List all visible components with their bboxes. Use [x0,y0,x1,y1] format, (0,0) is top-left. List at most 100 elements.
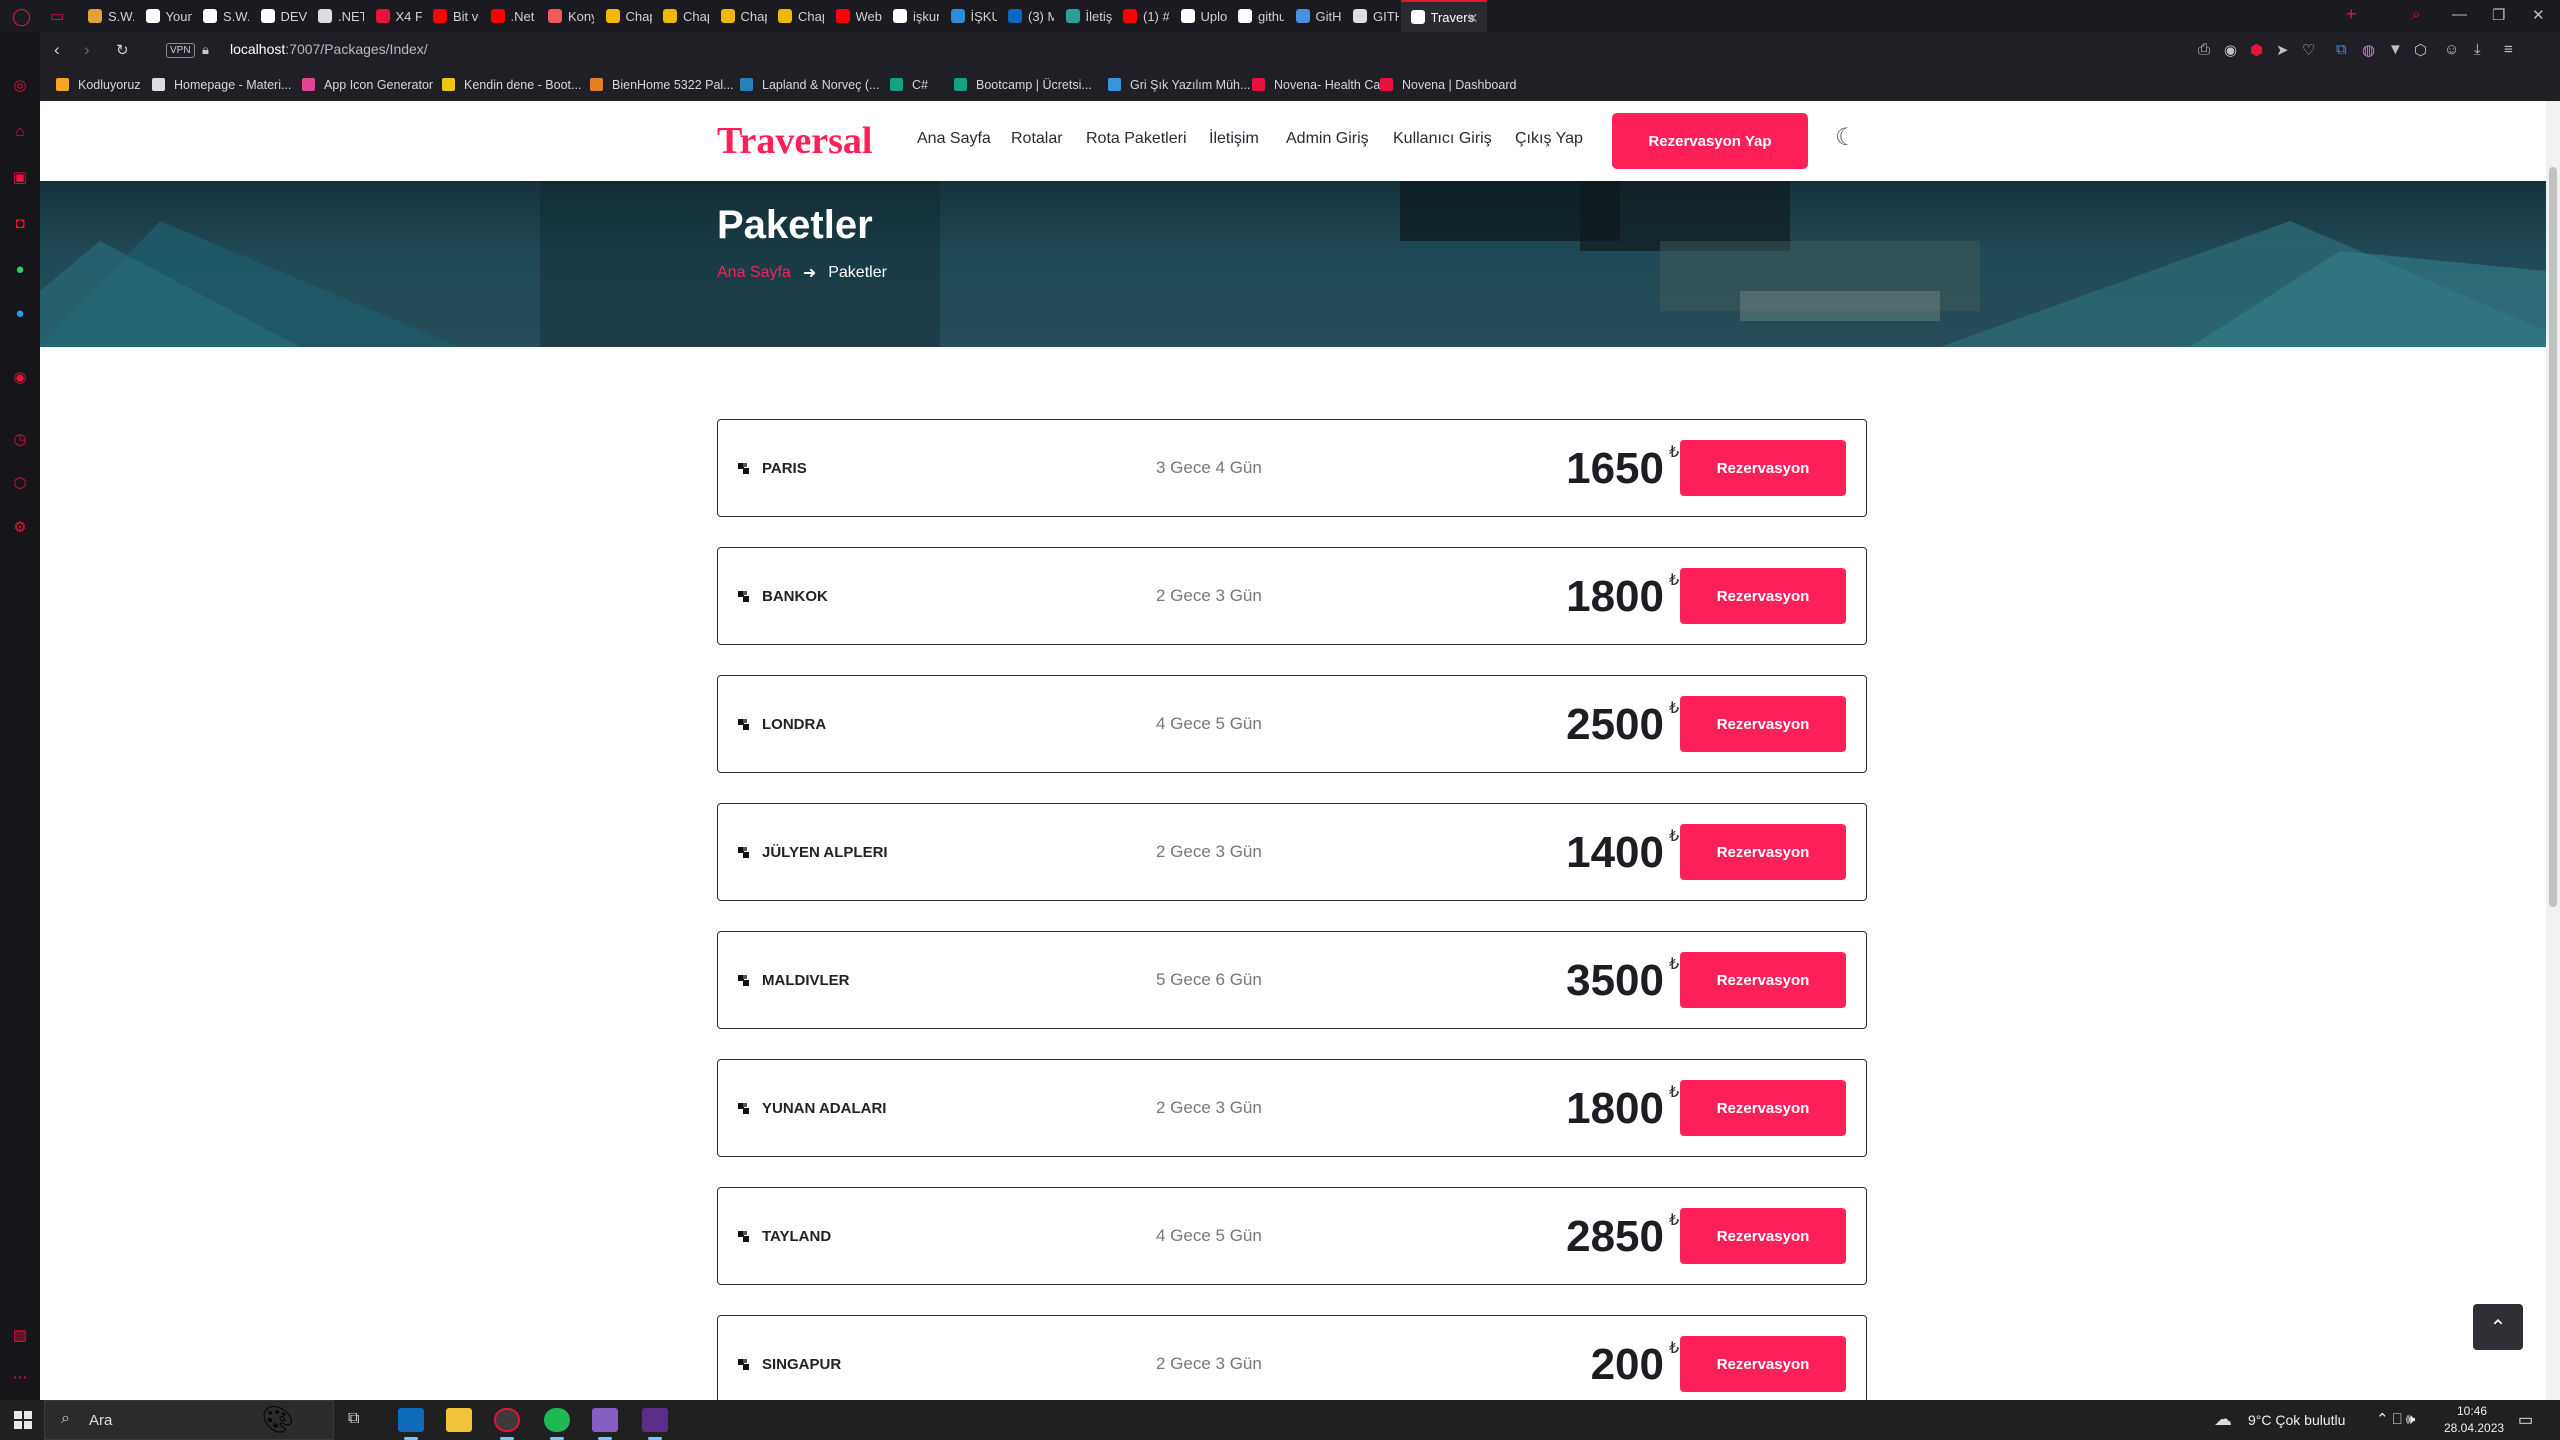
snapshot-icon[interactable]: ⎙ [2198,41,2210,58]
browser-tab[interactable]: S.W.A.T [193,0,249,32]
bookmark-item[interactable]: Kodluyoruz [56,68,141,101]
extensions-icon[interactable]: ⬡ [2414,41,2427,59]
nav-ana-sayfa[interactable]: Ana Sayfa [917,130,991,148]
bookmark-item[interactable]: Bootcamp | Ücretsi... [954,68,1092,101]
scrollbar-thumb[interactable] [2549,167,2557,907]
gallery-icon[interactable]: ▧ [10,1326,30,1346]
camera-icon[interactable]: ◉ [2224,41,2237,59]
workspaces-icon[interactable]: ▭ [50,7,64,25]
browser-tab[interactable]: işkur iş [883,0,939,32]
history-icon[interactable]: ◷ [10,430,30,450]
browser-tab[interactable]: İŞKUR [941,0,997,32]
bookmark-item[interactable]: Novena- Health Car... [1252,68,1394,101]
file-explorer-icon[interactable] [446,1408,472,1432]
browser-tab[interactable]: Web C [826,0,882,32]
adblock-icon[interactable]: ⬢ [2250,41,2263,59]
nav-rota-paketleri[interactable]: Rota Paketleri [1086,130,1187,148]
bookmark-item[interactable]: Gri Şık Yazılım Müh... [1108,68,1250,101]
cube-icon[interactable]: ⬡ [10,474,30,494]
bookmark-item[interactable]: Lapland & Norveç (... [740,68,879,101]
settings-icon[interactable]: ⚙ [10,518,30,538]
messenger-icon[interactable]: ◎ [10,76,30,96]
restore-icon[interactable]: ❐ [2492,6,2505,24]
menu-icon[interactable]: ≡ [2504,41,2513,58]
spotify-icon[interactable] [544,1408,570,1432]
browser-tab[interactable]: Upload [1171,0,1227,32]
opera-logo-icon[interactable]: ◯ [12,7,31,27]
rezervasyon-button[interactable]: Rezervasyon [1680,824,1846,880]
shopping-icon[interactable]: ⌂ [10,122,30,142]
tab-search-icon[interactable]: ⌕ [2412,6,2420,23]
taskbar-search[interactable]: ⌕ Ara 🎨︎ [44,1400,334,1440]
bookmark-item[interactable]: Homepage - Materi... [152,68,291,101]
nav-rotalar[interactable]: Rotalar [1011,130,1063,148]
browser-tab[interactable]: S.W.A.T [78,0,134,32]
rezervasyon-yap-button[interactable]: Rezervasyon Yap [1612,113,1808,169]
rezervasyon-button[interactable]: Rezervasyon [1680,696,1846,752]
rezervasyon-button[interactable]: Rezervasyon [1680,440,1846,496]
twitch-icon[interactable]: ▣ [10,168,30,188]
browser-tab[interactable]: Chapte [768,0,824,32]
browser-tab[interactable]: DEVOTI [251,0,307,32]
browser-tab[interactable]: .NET C [308,0,364,32]
profile-icon[interactable]: ☺ [2444,41,2459,58]
browser-tab[interactable]: (3) Mu [998,0,1054,32]
visual-studio-icon[interactable] [592,1408,618,1432]
minimize-icon[interactable]: — [2452,6,2467,23]
browser-tab[interactable]: Young [136,0,192,32]
back-icon[interactable]: ‹ [54,40,60,60]
bookmark-item[interactable]: C# [890,68,928,101]
close-tab-icon[interactable]: ✕ [1467,10,1479,26]
windows-start-icon[interactable] [14,1411,32,1429]
color-picker-icon[interactable]: ◍ [2362,41,2375,59]
rezervasyon-button[interactable]: Rezervasyon [1680,1336,1846,1392]
weather-text[interactable]: 9°C Çok bulutlu [2248,1412,2345,1428]
more-icon[interactable]: ⋯ [10,1368,30,1388]
notification-icon[interactable]: ▭ [2518,1410,2533,1430]
reload-icon[interactable]: ↻ [116,41,129,59]
instagram-icon[interactable]: ◘ [10,214,30,234]
browser-tab[interactable]: .Net C [481,0,537,32]
bookmark-item[interactable]: Kendin dene - Boot... [442,68,581,101]
breadcrumb-home-link[interactable]: Ana Sayfa [717,264,791,282]
rezervasyon-button[interactable]: Rezervasyon [1680,1080,1846,1136]
bookmark-item[interactable]: App Icon Generator [302,68,433,101]
system-tray-icons[interactable]: ⌃ ⎕ 🕪︎ [2376,1410,2415,1428]
forward-icon[interactable]: › [84,40,90,60]
browser-tab[interactable]: İletişim [1056,0,1112,32]
clock[interactable]: 10:46 28.04.2023 [2444,1403,2504,1437]
vpn-badge[interactable]: VPN [166,43,195,58]
mail-app-icon[interactable] [398,1408,424,1432]
nav-cikis-yap[interactable]: Çıkış Yap [1515,130,1583,148]
send-icon[interactable]: ➤ [2276,41,2289,59]
browser-tab[interactable]: Chapte [653,0,709,32]
whatsapp-icon[interactable]: ● [10,260,30,280]
player-icon[interactable]: ◉ [10,368,30,388]
browser-tab[interactable]: (1) #10 [1113,0,1169,32]
nav-iletisim[interactable]: İletişim [1209,130,1259,148]
new-tab-icon[interactable]: + [2346,4,2357,25]
browser-tab[interactable]: GITHUB [1343,0,1399,32]
browser-tab[interactable]: Chapte [711,0,767,32]
heart-icon[interactable]: ♡ [2302,41,2315,59]
url-field[interactable]: localhost:7007/Packages/Index/ [230,41,428,57]
opera-app-icon[interactable] [494,1408,520,1432]
nav-kullanici-giris[interactable]: Kullanıcı Giriş [1393,130,1492,148]
vue-devtools-icon[interactable]: ▼ [2388,41,2403,58]
rezervasyon-button[interactable]: Rezervasyon [1680,952,1846,1008]
browser-tab[interactable]: GitHub [1286,0,1342,32]
rezervasyon-button[interactable]: Rezervasyon [1680,1208,1846,1264]
vs-secondary-icon[interactable] [642,1408,668,1432]
translate-icon[interactable]: ⧉ [2336,41,2347,58]
browser-tab[interactable]: Chapte [596,0,652,32]
back-to-top-button[interactable]: ⌃ [2473,1304,2523,1350]
browser-tab[interactable]: Konya [538,0,594,32]
close-window-icon[interactable]: ✕ [2532,6,2545,24]
nav-admin-giris[interactable]: Admin Giriş [1286,130,1369,148]
moon-icon[interactable]: ☾ [1835,123,1857,152]
twitter-icon[interactable]: ● [10,304,30,324]
bookmark-item[interactable]: BienHome 5322 Pal... [590,68,734,101]
rezervasyon-button[interactable]: Rezervasyon [1680,568,1846,624]
lock-icon[interactable]: 🔒︎ [202,42,209,58]
browser-tab[interactable]: github [1228,0,1284,32]
